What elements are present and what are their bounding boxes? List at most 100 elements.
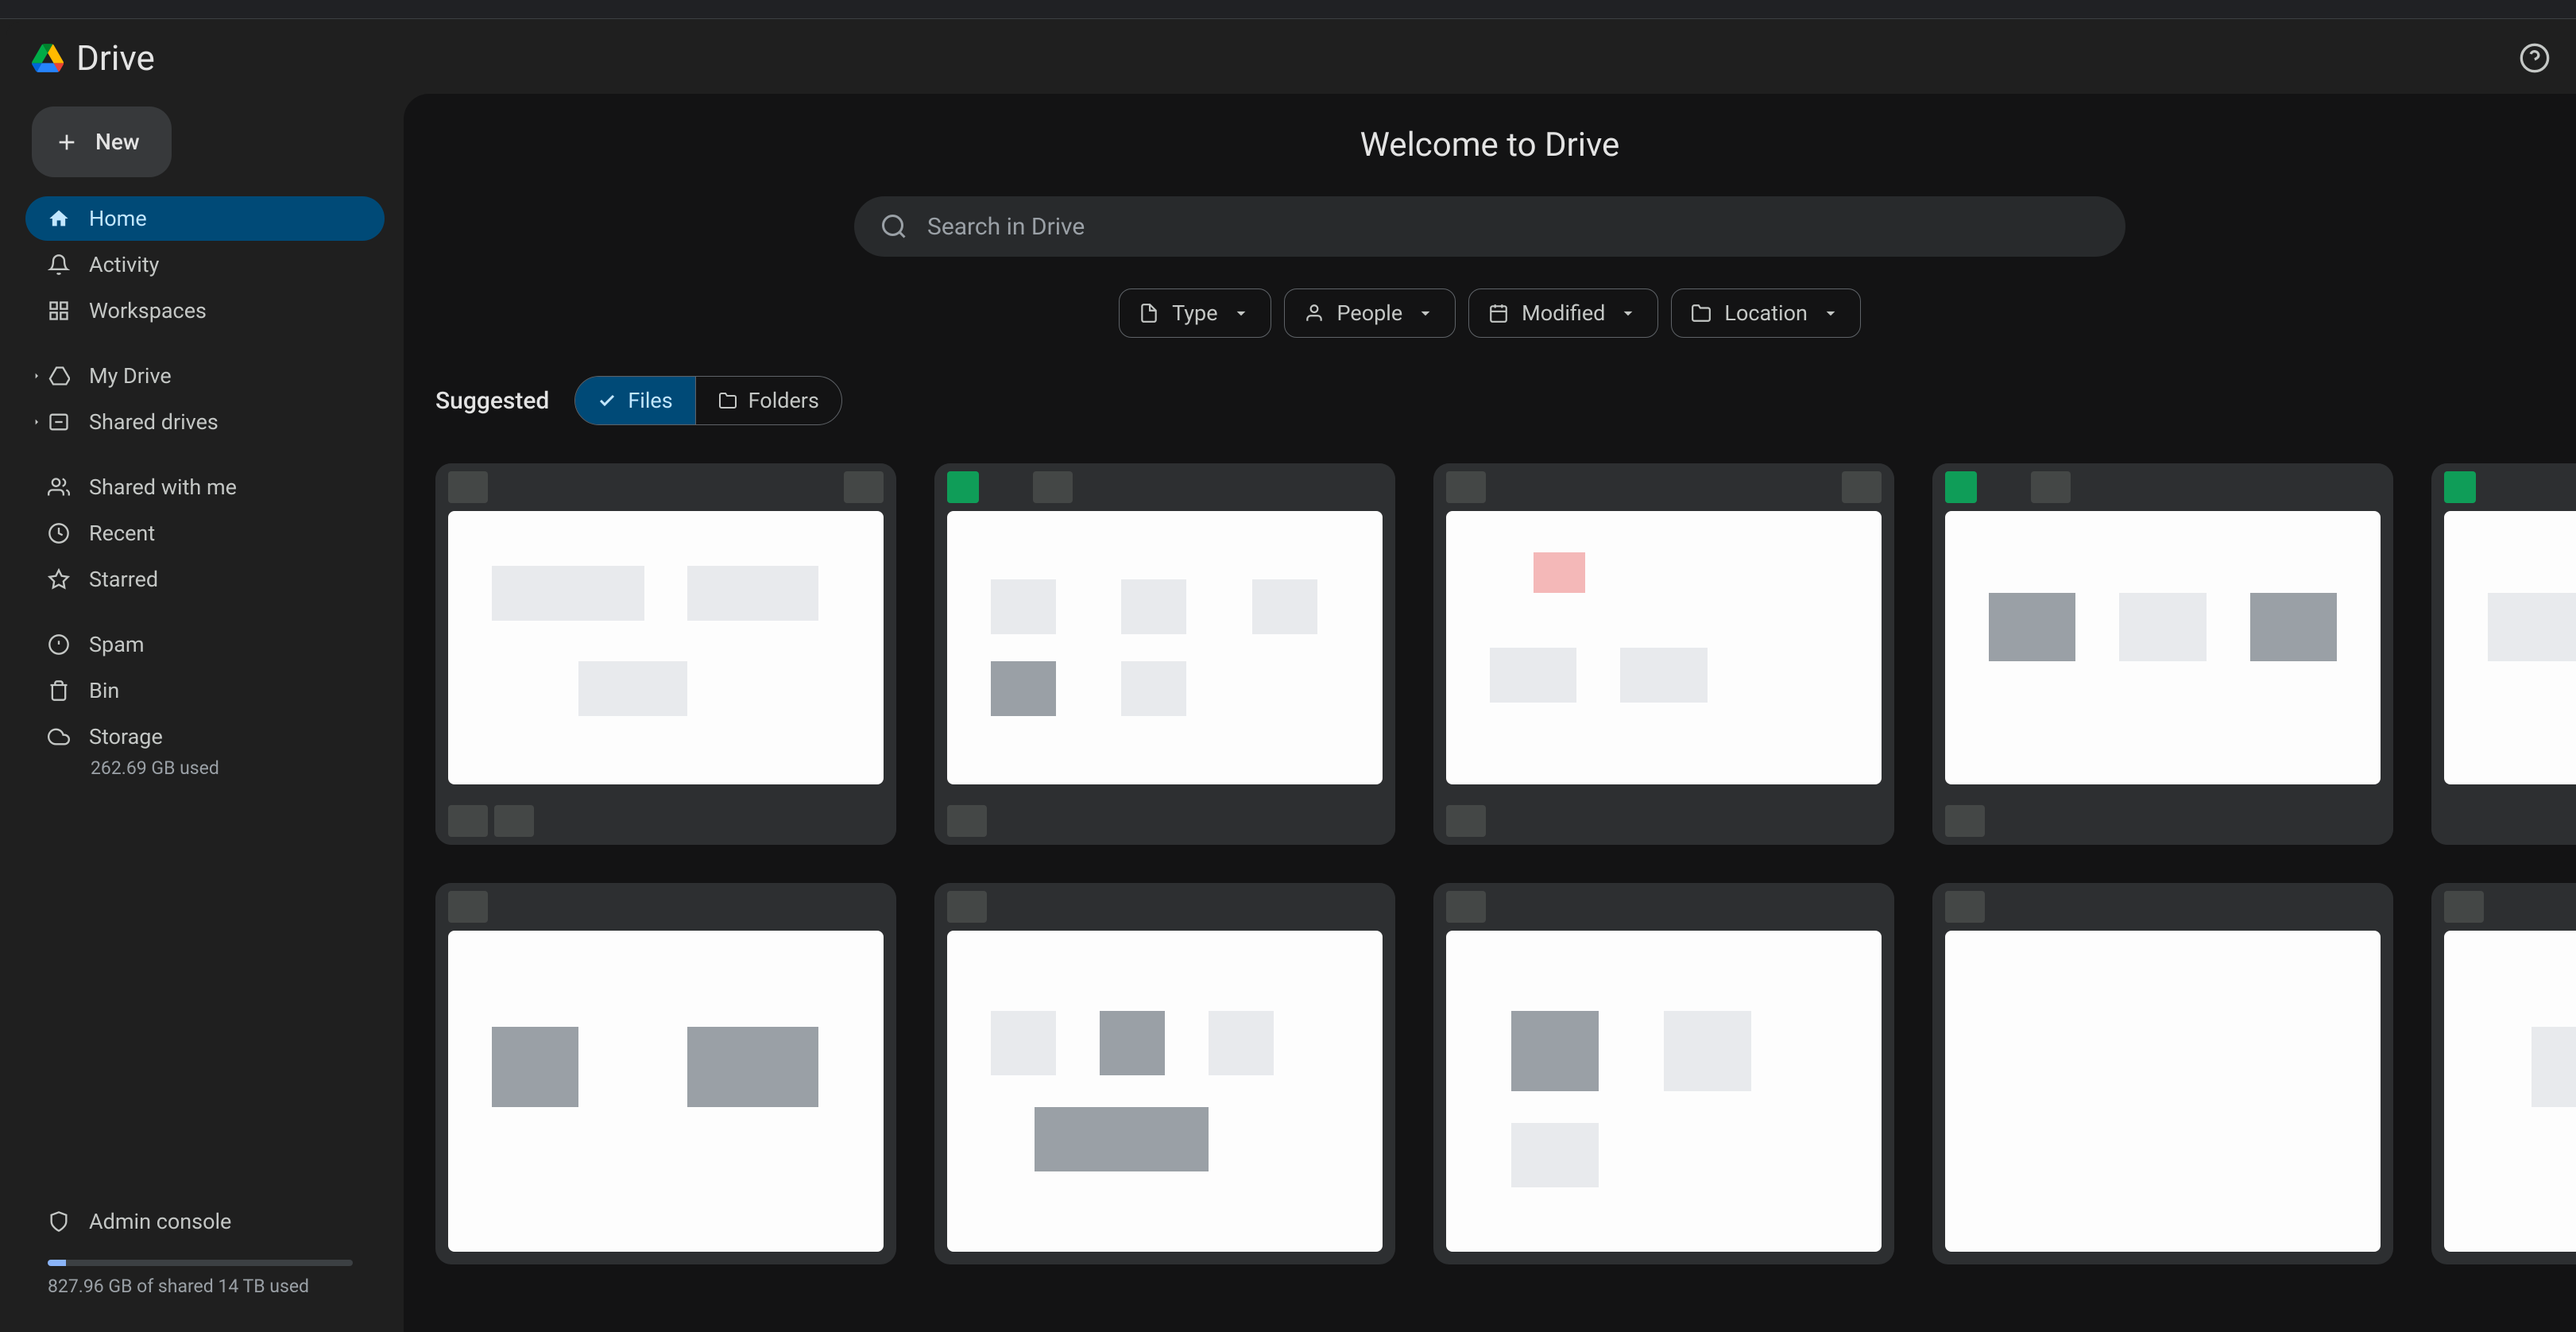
file-card[interactable] — [435, 883, 896, 1264]
file-card-footer — [2431, 797, 2576, 845]
sidebar-item-mydrive[interactable]: My Drive — [25, 354, 385, 398]
sidebar-label: Storage — [89, 724, 163, 749]
cloud-icon — [48, 726, 70, 748]
sidebar-item-activity[interactable]: Activity — [25, 242, 385, 287]
star-icon — [48, 568, 70, 590]
chevron-right-icon[interactable] — [30, 370, 43, 382]
sidebar-item-recent[interactable]: Recent — [25, 511, 385, 556]
file-card-header — [1433, 463, 1894, 511]
filter-label: Location — [1724, 300, 1807, 326]
file-card[interactable] — [1932, 883, 2393, 1264]
welcome-title: Welcome to Drive — [435, 126, 2576, 165]
sidebar-item-sharedwithme[interactable]: Shared with me — [25, 465, 385, 509]
filter-people[interactable]: People — [1284, 288, 1456, 338]
filter-label: Modified — [1522, 300, 1605, 326]
file-icon — [1139, 303, 1159, 323]
shared-storage-text: 827.96 GB of shared 14 TB used — [25, 1276, 375, 1297]
file-card-footer — [435, 797, 896, 845]
drive-icon — [48, 365, 70, 387]
file-thumbnail — [1446, 931, 1882, 1252]
workspaces-icon — [48, 300, 70, 322]
file-card[interactable] — [934, 463, 1395, 845]
file-thumbnail — [947, 931, 1383, 1252]
help-button[interactable] — [2519, 42, 2551, 74]
file-card[interactable] — [2431, 883, 2576, 1264]
file-card[interactable] — [934, 883, 1395, 1264]
file-card-header — [1433, 883, 1894, 931]
toggle-label: Folders — [748, 388, 819, 413]
sidebar-label: Shared drives — [89, 409, 219, 435]
storage-bar — [48, 1260, 353, 1266]
file-card[interactable] — [1932, 463, 2393, 845]
admin-console-link[interactable]: Admin console — [25, 1199, 375, 1244]
file-card-header — [934, 463, 1395, 511]
sidebar-item-home[interactable]: Home — [25, 196, 385, 241]
chevron-down-icon — [1415, 303, 1436, 323]
header: Drive — [6, 22, 2576, 94]
sidebar-item-storage[interactable]: Storage — [25, 714, 385, 759]
app-name: Drive — [76, 37, 155, 79]
sidebar-label: Bin — [89, 678, 119, 703]
file-card[interactable] — [435, 463, 896, 845]
help-icon — [2519, 42, 2551, 74]
file-thumbnail — [1945, 931, 2381, 1252]
sidebar-label: Starred — [89, 567, 158, 592]
filter-chips: Type People Modified Location — [435, 288, 2576, 338]
sidebar-label: Spam — [89, 632, 145, 657]
chevron-right-icon[interactable] — [30, 416, 43, 428]
chevron-down-icon — [1618, 303, 1638, 323]
clock-icon — [48, 522, 70, 544]
admin-label: Admin console — [89, 1209, 231, 1234]
sidebar-label: Recent — [89, 521, 155, 546]
app-container: Drive New Home — [6, 22, 2576, 1332]
person-icon — [1304, 303, 1325, 323]
home-icon — [48, 207, 70, 230]
filter-type[interactable]: Type — [1119, 288, 1271, 338]
sidebar-label: Home — [89, 206, 147, 231]
content-area: Welcome to Drive Type People — [404, 94, 2576, 1332]
sidebar-label: Shared with me — [89, 474, 237, 500]
sidebar-footer: Admin console 827.96 GB of shared 14 TB … — [25, 1199, 375, 1297]
search-container — [854, 196, 2157, 257]
logo-container[interactable]: Drive — [32, 37, 155, 79]
file-card-footer — [1932, 797, 2393, 845]
toggle-files[interactable]: Files — [575, 377, 695, 424]
storage-bar-fill — [48, 1260, 66, 1266]
file-card-header — [2431, 463, 2576, 511]
file-card-footer — [934, 797, 1395, 845]
browser-tab-bar — [0, 0, 2576, 19]
file-thumbnail — [1945, 511, 2381, 784]
file-thumbnail — [448, 931, 884, 1252]
new-button[interactable]: New — [32, 106, 172, 177]
view-toggle: Files Folders — [574, 376, 842, 425]
folder-icon — [718, 391, 737, 410]
file-card-header — [435, 463, 896, 511]
sidebar-label: My Drive — [89, 363, 172, 389]
filter-label: People — [1337, 300, 1403, 326]
file-thumbnail — [1446, 511, 1882, 784]
sidebar-item-workspaces[interactable]: Workspaces — [25, 288, 385, 333]
file-card[interactable] — [2431, 463, 2576, 845]
people-icon — [48, 476, 70, 498]
suggested-row: Suggested Files Folders — [435, 376, 2576, 425]
check-icon — [598, 391, 617, 410]
calendar-icon — [1488, 303, 1509, 323]
file-card-header — [435, 883, 896, 931]
sidebar-item-shareddrives[interactable]: Shared drives — [25, 400, 385, 444]
file-card-header — [1932, 883, 2393, 931]
drive-logo-icon — [32, 44, 64, 72]
sidebar-item-spam[interactable]: Spam — [25, 622, 385, 667]
filter-modified[interactable]: Modified — [1468, 288, 1658, 338]
sidebar-item-bin[interactable]: Bin — [25, 668, 385, 713]
toggle-folders[interactable]: Folders — [696, 377, 841, 424]
filter-label: Type — [1172, 300, 1217, 326]
file-thumbnail — [2444, 931, 2576, 1252]
sidebar-item-starred[interactable]: Starred — [25, 557, 385, 602]
filter-location[interactable]: Location — [1671, 288, 1860, 338]
file-card-header — [934, 883, 1395, 931]
file-card[interactable] — [1433, 463, 1894, 845]
storage-used-text: 262.69 GB used — [25, 757, 385, 779]
search-input[interactable] — [927, 213, 2100, 241]
file-card[interactable] — [1433, 883, 1894, 1264]
search-bar[interactable] — [854, 196, 2125, 257]
